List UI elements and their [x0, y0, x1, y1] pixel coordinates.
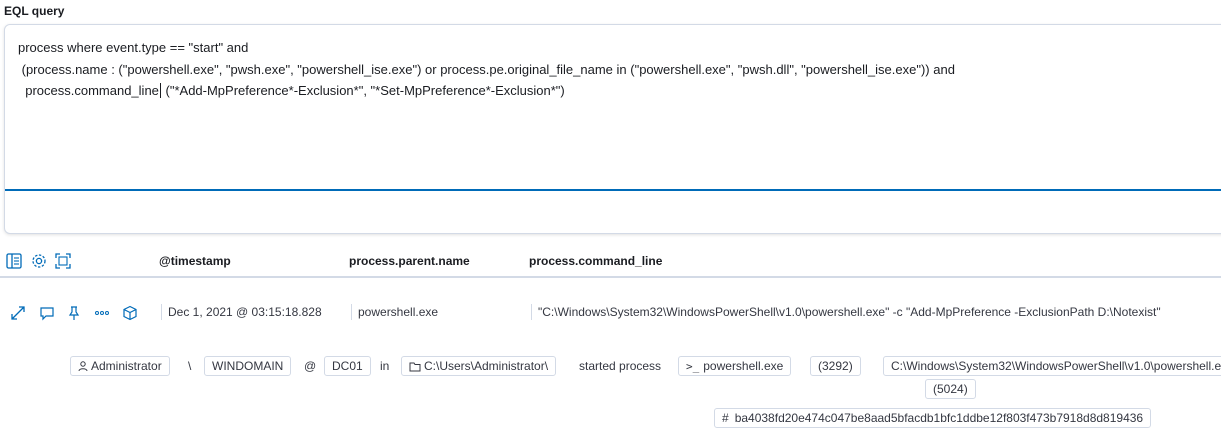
query-line-3-part-1: process.command_line: [18, 83, 159, 98]
separator-in: in: [380, 359, 390, 373]
table-row: Dec 1, 2021 @ 03:15:18.828 powershell.ex…: [0, 278, 1221, 448]
more-icon[interactable]: [94, 305, 110, 321]
user-chip[interactable]: Administrator: [70, 356, 170, 376]
user-name: Administrator: [91, 359, 162, 373]
expand-icon[interactable]: [10, 305, 26, 321]
folder-icon: [409, 362, 421, 372]
cell-parent-name[interactable]: powershell.exe: [351, 304, 438, 320]
query-line-3-part-2: ("*Add-MpPreference*-Exclusion*", "*Set-…: [161, 83, 565, 98]
process-hash: ba4038fd20e474c047be8aad5bfacdb1bfc1ddbe…: [734, 411, 1144, 425]
pid-chip[interactable]: (3292): [810, 356, 861, 376]
text-cursor: [159, 83, 161, 98]
fullscreen-icon[interactable]: [54, 252, 72, 270]
gear-icon[interactable]: [30, 252, 48, 270]
analyze-icon[interactable]: [122, 305, 138, 321]
process-name-chip[interactable]: >_ powershell.exe: [678, 356, 792, 376]
cell-timestamp: Dec 1, 2021 @ 03:15:18.828: [161, 304, 322, 320]
domain-chip[interactable]: WINDOMAIN: [204, 356, 292, 376]
working-dir: C:\Users\Administrator\: [424, 359, 549, 373]
user-icon: [78, 361, 88, 372]
column-header-timestamp[interactable]: @timestamp: [159, 254, 231, 268]
editor-footer: [5, 191, 1221, 231]
column-header-parent-name[interactable]: process.parent.name: [349, 254, 470, 268]
separator-at: @: [304, 359, 317, 373]
table-toolbar: @timestamp process.parent.name process.c…: [0, 250, 1221, 276]
cell-command-line[interactable]: "C:\Windows\System32\WindowsPowerShell\v…: [531, 304, 1161, 320]
started-process-text: started process: [579, 359, 662, 373]
ppid-chip[interactable]: (5024): [925, 379, 976, 399]
hash-icon: #: [722, 411, 729, 425]
columns-icon[interactable]: [5, 252, 23, 270]
eql-query-label: EQL query: [4, 4, 65, 18]
eql-query-editor[interactable]: process where event.type == "start" and …: [5, 25, 1221, 191]
column-header-command-line[interactable]: process.command_line: [529, 254, 662, 268]
terminal-icon: >_: [686, 360, 700, 373]
process-name: powershell.exe: [703, 359, 784, 373]
separator-backslash: \: [188, 359, 192, 373]
hash-chip[interactable]: # ba4038fd20e474c047be8aad5bfacdb1bfc1ddb…: [714, 408, 1152, 428]
host-chip[interactable]: DC01: [324, 356, 371, 376]
executable-path-chip[interactable]: C:\Windows\System32\WindowsPowerShell\v1…: [883, 356, 1221, 376]
comment-icon[interactable]: [39, 305, 55, 321]
eql-query-editor-container: process where event.type == "start" and …: [4, 24, 1221, 234]
working-dir-chip[interactable]: C:\Users\Administrator\: [401, 356, 557, 376]
query-line-1: process where event.type == "start" and: [18, 40, 249, 55]
query-line-3: process.command_line ("*Add-MpPreference…: [18, 83, 565, 98]
query-line-2: (process.name : ("powershell.exe", "pwsh…: [18, 62, 955, 77]
pin-icon[interactable]: [66, 305, 82, 321]
